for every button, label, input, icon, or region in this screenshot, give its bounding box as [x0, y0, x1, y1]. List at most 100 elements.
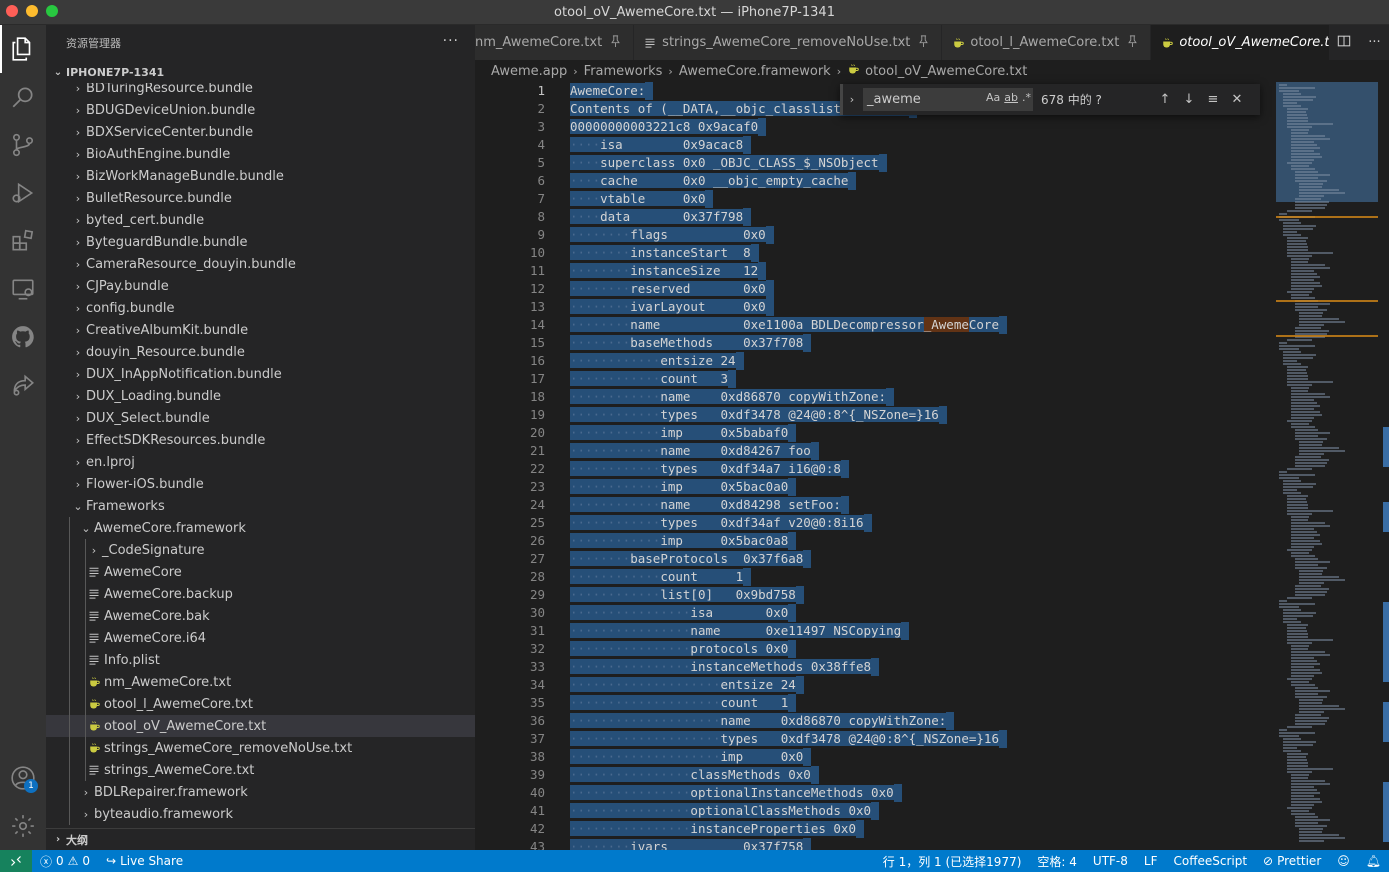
notifications-icon[interactable]: 🔔︎ — [1358, 854, 1389, 868]
end-of-line[interactable]: LF — [1136, 854, 1166, 868]
code-editor[interactable]: 1 2 3 4 5 6 7 8 9 10 11 12 13 14 15 16 17 18 19 20 21 22 23 24 2… — [475, 82, 1275, 850]
code-area[interactable]: AwemeCore: Contents of (__DATA,__objc_cla… — [570, 82, 1275, 850]
tree-folder[interactable]: › BioAuthEngine.bundle — [46, 143, 475, 165]
minimize-window-button[interactable] — [26, 5, 38, 17]
tree-folder[interactable]: › _CodeSignature — [46, 539, 475, 561]
tree-folder[interactable]: › BizWorkManageBundle.bundle — [46, 165, 475, 187]
breadcrumb-item[interactable]: Frameworks — [584, 64, 663, 79]
tree-file[interactable]: AwemeCore.i64 — [46, 627, 475, 649]
cursor-position[interactable]: 行 1，列 1 (已选择1977) — [875, 853, 1030, 870]
chevron-right-icon: › — [75, 191, 81, 205]
tree-folder[interactable]: › douyin_Resource.bundle — [46, 341, 475, 363]
close-window-button[interactable] — [6, 5, 18, 17]
prettier-status[interactable]: ⊘ Prettier — [1255, 854, 1329, 868]
remote-indicator-icon[interactable] — [0, 850, 32, 872]
problems-indicator[interactable]: ⓧ 0 ⚠ 0 — [32, 853, 98, 870]
github-icon[interactable] — [8, 322, 38, 352]
pin-icon[interactable] — [918, 35, 929, 50]
tree-folder[interactable]: ⌄ Frameworks — [46, 495, 475, 517]
tree-file[interactable]: otool_oV_AwemeCore.txt — [46, 715, 475, 737]
tree-item-label: config.bundle — [86, 300, 175, 316]
tree-folder[interactable]: › CreativeAlbumKit.bundle — [46, 319, 475, 341]
close-find-icon[interactable]: ✕ — [1225, 92, 1249, 107]
breadcrumb-item[interactable]: Aweme.app — [491, 64, 567, 79]
tree-folder[interactable]: › byteaudio.framework — [46, 803, 475, 825]
tree-file[interactable]: Info.plist — [46, 649, 475, 671]
settings-gear-icon[interactable] — [8, 811, 38, 841]
source-control-icon[interactable] — [8, 130, 38, 160]
toggle-replace-icon[interactable]: › — [843, 93, 861, 106]
live-share-icon[interactable] — [8, 370, 38, 400]
pin-icon[interactable] — [610, 35, 621, 50]
workspace-root[interactable]: ⌄ IPHONE7P-1341 — [46, 61, 475, 83]
live-share-button[interactable]: ↪ Live Share — [98, 854, 191, 868]
minimap[interactable] — [1275, 82, 1389, 850]
tree-folder[interactable]: › BulletResource.bundle — [46, 187, 475, 209]
minimap-line — [1299, 582, 1324, 584]
match-case-toggle[interactable]: Aa — [986, 91, 1000, 104]
search-icon[interactable] — [8, 82, 38, 112]
tree-folder[interactable]: › BDTuringResource.bundle — [46, 83, 475, 99]
extensions-icon[interactable] — [8, 226, 38, 256]
chevron-right-icon: › — [75, 257, 81, 271]
tree-file[interactable]: AwemeCore — [46, 561, 475, 583]
minimap-find-marker — [1276, 216, 1378, 218]
tree-folder[interactable]: › BDXServiceCenter.bundle — [46, 121, 475, 143]
tree-file[interactable]: AwemeCore.bak — [46, 605, 475, 627]
tree-file[interactable]: otool_l_AwemeCore.txt — [46, 693, 475, 715]
more-actions-icon[interactable]: ··· — [443, 33, 459, 49]
tree-folder[interactable]: › en.lproj — [46, 451, 475, 473]
tab-otool-l-awemecore-txt[interactable]: otool_l_AwemeCore.txt — [942, 25, 1152, 60]
account-icon[interactable]: 1 — [8, 763, 38, 793]
explorer-icon[interactable] — [0, 25, 38, 73]
indentation[interactable]: 空格: 4 — [1029, 853, 1085, 870]
selection: ····isa 0x9acac8 — [570, 137, 744, 152]
tree-folder[interactable]: › DUX_Loading.bundle — [46, 385, 475, 407]
find-input[interactable]: _aweme Aa ab .* — [863, 88, 1033, 111]
tree-folder[interactable]: › Flower-iOS.bundle — [46, 473, 475, 495]
tree-folder[interactable]: › DUX_Select.bundle — [46, 407, 475, 429]
selection-eol — [901, 622, 910, 640]
tree-folder[interactable]: › byted_cert.bundle — [46, 209, 475, 231]
outline-section[interactable]: › 大纲 — [46, 828, 475, 850]
language-mode[interactable]: CoffeeScript — [1165, 854, 1255, 868]
zoom-window-button[interactable] — [46, 5, 58, 17]
tree-folder[interactable]: › DUX_InAppNotification.bundle — [46, 363, 475, 385]
feedback-icon[interactable]: ☺ — [1329, 854, 1358, 868]
code-text: vtable 0x0 — [600, 191, 706, 206]
run-debug-icon[interactable] — [8, 178, 38, 208]
line-number: 9 — [537, 227, 545, 242]
tab-nm-awemecore-txt[interactable]: nm_AwemeCore.txt — [475, 25, 635, 60]
tree-folder[interactable]: › BDUGDeviceUnion.bundle — [46, 99, 475, 121]
more-actions-icon[interactable]: ··· — [1368, 35, 1380, 50]
breadcrumb-file[interactable]: otool_oV_AwemeCore.txt — [847, 63, 1027, 79]
tree-file[interactable]: strings_AwemeCore_removeNoUse.txt — [46, 737, 475, 759]
breadcrumb-item[interactable]: AwemeCore.framework — [679, 64, 831, 79]
pin-icon[interactable] — [1127, 35, 1138, 50]
minimap-line — [1291, 660, 1317, 662]
split-editor-icon[interactable] — [1337, 34, 1351, 52]
tree-folder[interactable]: › BDLRepairer.framework — [46, 781, 475, 803]
tree-file[interactable]: nm_AwemeCore.txt — [46, 671, 475, 693]
tree-folder[interactable]: ⌄ AwemeCore.framework — [46, 517, 475, 539]
tree-folder[interactable]: › CameraResource_douyin.bundle — [46, 253, 475, 275]
tree-folder[interactable]: › EffectSDKResources.bundle — [46, 429, 475, 451]
tree-item-label: Flower-iOS.bundle — [86, 476, 204, 492]
tree-folder[interactable]: › config.bundle — [46, 297, 475, 319]
encoding[interactable]: UTF-8 — [1085, 854, 1136, 868]
tree-file[interactable]: strings_AwemeCore.txt — [46, 759, 475, 781]
file-coffee-icon — [1161, 37, 1174, 49]
tree-file[interactable]: AwemeCore.backup — [46, 583, 475, 605]
find-in-selection-icon[interactable]: ≡ — [1201, 92, 1225, 107]
minimap-line — [1295, 303, 1331, 305]
remote-explorer-icon[interactable] — [8, 274, 38, 304]
minimap-line — [1295, 429, 1319, 431]
tree-folder[interactable]: › ByteguardBundle.bundle — [46, 231, 475, 253]
tab-strings-awemecore-removenouse-txt[interactable]: strings_AwemeCore_removeNoUse.txt — [634, 25, 943, 60]
tree-item-label: AwemeCore.framework — [94, 520, 246, 536]
tree-folder[interactable]: › CJPay.bundle — [46, 275, 475, 297]
whole-word-toggle[interactable]: ab — [1004, 91, 1018, 104]
regex-toggle[interactable]: .* — [1022, 91, 1031, 104]
previous-match-icon[interactable]: ↑ — [1153, 92, 1177, 107]
next-match-icon[interactable]: ↓ — [1177, 92, 1201, 107]
